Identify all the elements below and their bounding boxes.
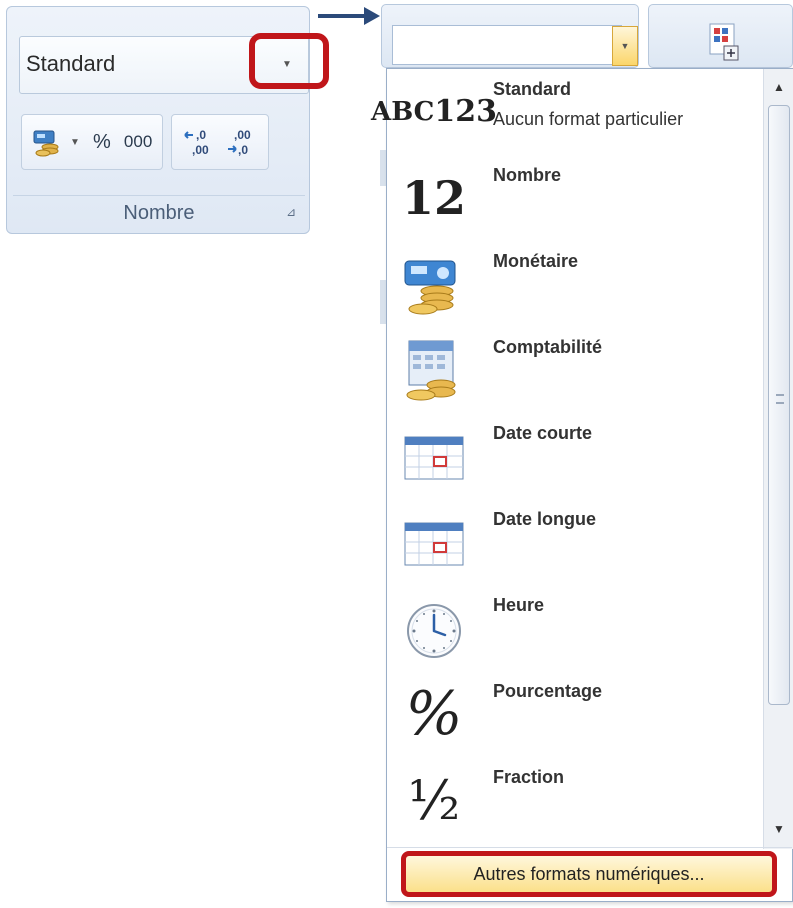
- format-combo-arrow-button[interactable]: ▼: [612, 26, 638, 66]
- menu-item-pourcentage[interactable]: % Pourcentage: [387, 671, 763, 757]
- percent-icon: %: [405, 679, 463, 749]
- calendar-icon: [399, 421, 469, 491]
- svg-text:,0: ,0: [238, 143, 248, 157]
- menu-item-nombre[interactable]: 12 Nombre: [387, 155, 763, 241]
- scroll-thumb[interactable]: [768, 105, 790, 705]
- menu-item-standard[interactable]: ABC 123 Standard Aucun format particulie…: [371, 69, 763, 155]
- more-number-formats-button[interactable]: Autres formats numériques...: [401, 851, 777, 897]
- num-icon-text: 123: [434, 93, 497, 129]
- dialog-launcher-icon[interactable]: ⊿: [283, 204, 299, 220]
- group-label-text: Nombre: [123, 202, 195, 224]
- menu-item-title: Date longue: [493, 509, 597, 529]
- decrease-decimal-button[interactable]: ,00 ,0: [220, 120, 262, 164]
- flow-arrow-icon: [318, 7, 380, 25]
- fraction-icon: ½: [407, 768, 461, 832]
- thousands-separator-button[interactable]: 000: [120, 120, 156, 164]
- menu-item-subtitle: Aucun format particulier: [493, 109, 684, 129]
- decimal-cluster: ,0 ,00 ,00 ,0: [171, 114, 270, 170]
- abc-icon-text: ABC: [371, 96, 435, 127]
- menu-item-title: Comptabilité: [493, 337, 603, 357]
- menu-item-title: Date courte: [493, 423, 593, 443]
- menu-separator: [387, 847, 792, 848]
- chevron-down-icon: ▼: [620, 41, 630, 51]
- menu-item-title: Monétaire: [493, 251, 579, 271]
- menu-item-date-courte[interactable]: Date courte: [387, 413, 763, 499]
- number-format-dropdown-button[interactable]: ▼: [249, 33, 329, 89]
- menu-item-title: Pourcentage: [493, 681, 603, 701]
- percent-style-button[interactable]: %: [84, 120, 120, 164]
- format-combo-open: [381, 4, 639, 68]
- svg-text:,00: ,00: [192, 143, 209, 157]
- increase-decimal-button[interactable]: ,0 ,00: [178, 120, 220, 164]
- accounting-icon: [399, 335, 469, 405]
- number-tools-row: ▼ % 000 ,0 ,00 ,00 ,0: [21, 114, 270, 170]
- scroll-up-icon[interactable]: ▲: [764, 73, 793, 101]
- abc-123-icon: ABC 123: [371, 77, 497, 147]
- format-combo-input[interactable]: [392, 25, 622, 65]
- menu-item-title: Heure: [493, 595, 545, 615]
- currency-icon: [33, 130, 59, 157]
- menu-item-comptabilite[interactable]: Comptabilité: [387, 327, 763, 413]
- increase-decimal-icon: ,0 ,00: [184, 128, 209, 157]
- decrease-decimal-icon: ,00 ,0: [228, 128, 251, 157]
- number-format-value: Standard: [26, 51, 116, 76]
- grip-icon: [776, 394, 784, 404]
- currency-icon: [399, 249, 469, 319]
- group-label: Nombre: [13, 195, 305, 231]
- scroll-down-icon[interactable]: ▼: [764, 815, 793, 843]
- currency-cluster: ▼ % 000: [21, 114, 164, 170]
- menu-item-date-longue[interactable]: Date longue: [387, 499, 763, 585]
- menu-item-monetaire[interactable]: Monétaire: [387, 241, 763, 327]
- menu-item-title: Nombre: [493, 165, 562, 185]
- currency-format-button[interactable]: ▼: [28, 120, 84, 164]
- svg-text:,00: ,00: [234, 128, 251, 142]
- dropdown-scrollbar[interactable]: ▲ ▼: [763, 69, 793, 849]
- number-icon: 12: [401, 171, 466, 225]
- svg-text:,0: ,0: [196, 128, 206, 142]
- menu-item-title: Standard: [493, 79, 572, 99]
- number-format-dropdown: ABC 123 Standard Aucun format particulie…: [371, 68, 793, 902]
- menu-item-fraction[interactable]: ½ Fraction: [387, 757, 763, 843]
- more-formats-label: Autres formats numériques...: [473, 863, 705, 884]
- menu-item-title: Fraction: [493, 767, 565, 787]
- conditional-format-icon[interactable]: [706, 20, 742, 66]
- chevron-down-icon[interactable]: ▼: [70, 137, 80, 148]
- calendar-icon: [399, 507, 469, 577]
- clock-icon: [399, 593, 469, 663]
- chevron-down-icon: ▼: [282, 59, 292, 70]
- menu-item-heure[interactable]: Heure: [387, 585, 763, 671]
